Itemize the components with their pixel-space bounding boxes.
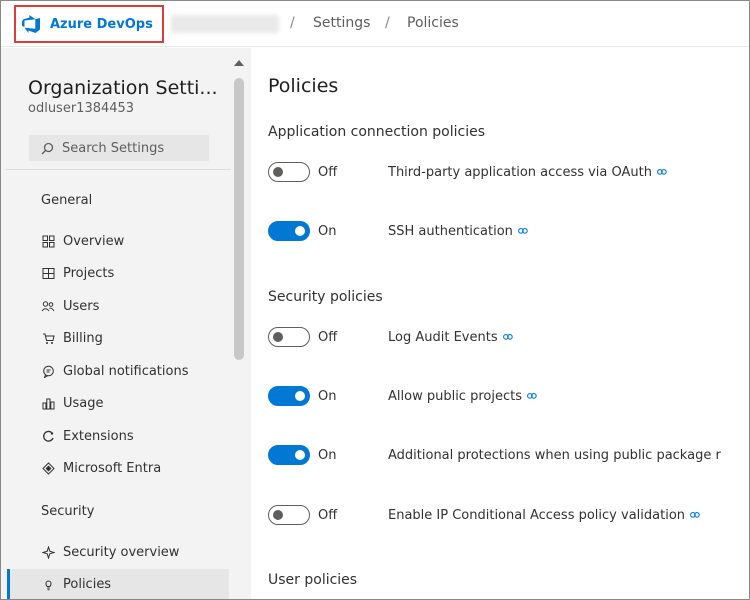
policy-text: Allow public projects — [388, 389, 522, 404]
link-icon[interactable] — [502, 334, 513, 340]
search-icon — [41, 142, 54, 154]
breadcrumb-separator: / — [290, 15, 295, 31]
toggle-additional-protections[interactable] — [268, 445, 310, 465]
security-overview-icon — [41, 545, 55, 559]
breadcrumb-separator: / — [385, 15, 390, 31]
toggle-knob — [295, 450, 305, 460]
toggle-knob — [273, 510, 283, 520]
breadcrumb-policies[interactable]: Policies — [407, 15, 459, 31]
sidebar-item-label: Policies — [63, 576, 112, 592]
sidebar-username: odluser1384453 — [28, 101, 135, 116]
policy-text: Enable IP Conditional Access policy vali… — [388, 508, 686, 523]
top-bar: Azure DevOps / Settings / Policies — [1, 1, 749, 47]
sidebar-item-label: Security overview — [63, 544, 180, 560]
link-icon[interactable] — [517, 228, 528, 234]
toggle-log-audit-events[interactable] — [268, 327, 310, 347]
policy-label-allow-public-projects: Allow public projects — [388, 389, 537, 404]
toggle-knob — [273, 332, 283, 342]
sidebar-divider — [6, 169, 231, 170]
overview-icon — [41, 234, 55, 248]
toggle-allow-public-projects[interactable] — [268, 386, 310, 406]
window-frame: Azure DevOps / Settings / Policies Organ… — [0, 0, 750, 600]
sidebar-item-label: Usage — [63, 395, 104, 411]
entra-icon — [41, 461, 55, 475]
extensions-icon — [41, 429, 55, 443]
usage-icon — [41, 396, 55, 410]
policy-label-ip-conditional-access: Enable IP Conditional Access policy vali… — [388, 508, 700, 523]
billing-icon — [41, 331, 55, 345]
sidebar-item-global-notifications[interactable]: Global notifications — [7, 356, 229, 386]
brand-name: Azure DevOps — [50, 16, 153, 32]
organization-name-redacted[interactable] — [171, 15, 279, 33]
toggle-knob — [295, 226, 305, 236]
toggle-ip-conditional-access[interactable] — [268, 505, 310, 525]
policy-text: Log Audit Events — [388, 330, 498, 345]
notifications-icon — [41, 364, 55, 378]
toggle-knob — [295, 391, 305, 401]
group-title-security-policies: Security policies — [268, 289, 383, 305]
toggle-state-label: On — [318, 224, 337, 239]
azure-devops-home-link[interactable]: Azure DevOps — [14, 5, 164, 43]
toggle-state-label: Off — [318, 508, 338, 523]
toggle-state-label: Off — [318, 165, 338, 180]
sidebar-item-security-overview[interactable]: Security overview — [7, 537, 229, 567]
toggle-state-label: On — [318, 448, 337, 463]
policies-main: Policies Application connection policies… — [251, 48, 749, 599]
toggle-ssh-authentication[interactable] — [268, 221, 310, 241]
sidebar-item-label: Users — [63, 298, 100, 314]
search-input[interactable] — [62, 140, 202, 156]
settings-sidebar: Organization Setti... odluser1384453 Gen… — [1, 48, 251, 599]
sidebar-item-label: Projects — [63, 265, 115, 281]
policy-label-log-audit-events: Log Audit Events — [388, 330, 513, 345]
toggle-state-label: Off — [318, 330, 338, 345]
scroll-up-arrow-icon[interactable] — [234, 60, 244, 66]
sidebar-item-billing[interactable]: Billing — [7, 323, 229, 353]
users-icon — [41, 299, 55, 313]
sidebar-item-policies[interactable]: Policies — [7, 569, 229, 599]
link-icon[interactable] — [690, 512, 700, 518]
policy-label-oauth: Third-party application access via OAuth — [388, 165, 667, 180]
sidebar-item-extensions[interactable]: Extensions — [7, 421, 229, 451]
sidebar-section-general: General — [41, 193, 93, 208]
group-title-user-policies: User policies — [268, 572, 358, 588]
policy-text: Third-party application access via OAuth — [388, 165, 652, 180]
link-icon[interactable] — [527, 393, 537, 399]
sidebar-item-overview[interactable]: Overview — [7, 226, 229, 256]
sidebar-title: Organization Setti... — [28, 77, 218, 99]
link-icon[interactable] — [657, 169, 667, 175]
sidebar-item-label: Overview — [63, 233, 125, 249]
sidebar-item-usage[interactable]: Usage — [7, 388, 229, 418]
search-box[interactable] — [29, 135, 209, 161]
toggle-state-label: On — [318, 389, 337, 404]
sidebar-section-security: Security — [41, 504, 95, 519]
policies-icon — [41, 577, 55, 591]
sidebar-item-label: Billing — [63, 330, 103, 346]
toggle-oauth[interactable] — [268, 162, 310, 182]
sidebar-scrollbar[interactable] — [232, 48, 246, 599]
breadcrumb-settings[interactable]: Settings — [313, 15, 370, 31]
policy-label-ssh-authentication: SSH authentication — [388, 224, 528, 239]
page-title: Policies — [268, 75, 339, 97]
sidebar-item-label: Global notifications — [63, 363, 189, 379]
sidebar-item-users[interactable]: Users — [7, 291, 229, 321]
policy-label-additional-protections: Additional protections when using public… — [388, 448, 721, 463]
sidebar-item-microsoft-entra[interactable]: Microsoft Entra — [7, 453, 229, 483]
policy-text: Additional protections when using public… — [388, 448, 721, 463]
sidebar-item-label: Microsoft Entra — [63, 460, 162, 476]
scroll-thumb[interactable] — [234, 78, 244, 360]
policy-text: SSH authentication — [388, 224, 513, 239]
azure-devops-logo-icon — [22, 15, 40, 33]
group-title-application-connection: Application connection policies — [268, 124, 485, 140]
sidebar-item-label: Extensions — [63, 428, 134, 444]
projects-icon — [41, 266, 55, 280]
sidebar-item-projects[interactable]: Projects — [7, 258, 229, 288]
toggle-knob — [273, 167, 283, 177]
